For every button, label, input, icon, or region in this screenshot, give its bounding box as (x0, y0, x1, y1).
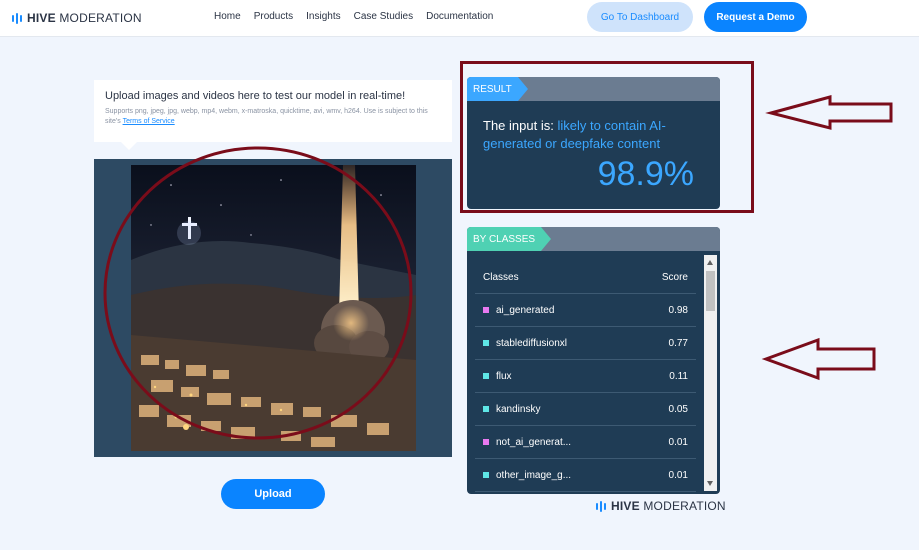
classes-panel: BY CLASSES Classes Score ai_generated 0.… (467, 227, 720, 494)
class-name: flux (496, 370, 512, 382)
table-row: stablediffusionxl 0.77 (475, 327, 696, 360)
upload-instructions-title: Upload images and videos here to test ou… (105, 90, 406, 102)
nav-insights[interactable]: Insights (306, 11, 340, 22)
uploaded-image (131, 165, 416, 451)
hive-logo-icon (596, 500, 606, 512)
classes-tag: BY CLASSES (467, 227, 552, 251)
table-row: not_ai_generat... 0.01 (475, 426, 696, 459)
class-score: 0.01 (668, 469, 688, 481)
class-color-swatch (483, 439, 489, 445)
col-header-classes: Classes (483, 271, 519, 283)
hive-logo-icon (12, 12, 22, 24)
class-score: 0.05 (668, 403, 688, 415)
brand-bold: HIVE (611, 499, 640, 513)
nav-case-studies[interactable]: Case Studies (354, 11, 413, 22)
scroll-thumb[interactable] (706, 271, 715, 311)
result-verdict-text: The input is: likely to contain AI-gener… (483, 117, 708, 153)
terms-of-service-link[interactable]: Terms of Service (123, 118, 175, 125)
request-demo-button[interactable]: Request a Demo (704, 2, 807, 32)
class-color-swatch (483, 406, 489, 412)
nav-home[interactable]: Home (214, 11, 241, 22)
class-score: 0.11 (669, 370, 688, 382)
class-score: 0.98 (668, 304, 688, 316)
brand-rest: MODERATION (643, 499, 726, 513)
col-header-score: Score (661, 271, 688, 283)
class-name: stablediffusionxl (496, 337, 567, 349)
class-name: not_ai_generat... (496, 436, 572, 448)
annotation-arrow-bottom (761, 337, 876, 381)
classes-table: Classes Score ai_generated 0.98 stabledi… (475, 261, 696, 492)
class-score: 0.01 (668, 436, 688, 448)
table-row: other_image_g... 0.01 (475, 459, 696, 492)
class-name: ai_generated (496, 304, 555, 316)
go-to-dashboard-button[interactable]: Go To Dashboard (587, 2, 693, 32)
classes-scrollbar[interactable] (704, 255, 717, 491)
table-row: kandinsky 0.05 (475, 393, 696, 426)
hive-logo[interactable]: HIVE MODERATION (12, 11, 142, 25)
annotation-arrow-top (765, 95, 893, 130)
class-color-swatch (483, 340, 489, 346)
brand-bold: HIVE (27, 11, 56, 25)
class-score: 0.77 (668, 337, 688, 349)
result-panel: RESULT The input is: likely to contain A… (467, 77, 720, 209)
brand-rest: MODERATION (59, 11, 142, 25)
nav-products[interactable]: Products (254, 11, 293, 22)
class-name: other_image_g... (496, 469, 572, 481)
class-color-swatch (483, 373, 489, 379)
upload-instructions: Upload images and videos here to test ou… (94, 80, 452, 150)
result-percentage: 98.9% (597, 155, 694, 193)
classes-table-header: Classes Score (475, 261, 696, 294)
footer-hive-logo: HIVE MODERATION (596, 499, 726, 513)
class-color-swatch (483, 307, 489, 313)
nav-documentation[interactable]: Documentation (426, 11, 493, 22)
main-nav: Home Products Insights Case Studies Docu… (214, 11, 493, 22)
class-name: kandinsky (496, 403, 541, 415)
result-prefix: The input is: (483, 118, 554, 133)
scroll-up-icon[interactable] (707, 260, 713, 265)
result-tag: RESULT (467, 77, 528, 101)
scroll-down-icon[interactable] (707, 481, 713, 486)
class-color-swatch (483, 472, 489, 478)
table-row: ai_generated 0.98 (475, 294, 696, 327)
upload-button[interactable]: Upload (221, 479, 325, 509)
table-row: flux 0.11 (475, 360, 696, 393)
top-navbar: HIVE MODERATION Home Products Insights C… (0, 0, 919, 37)
